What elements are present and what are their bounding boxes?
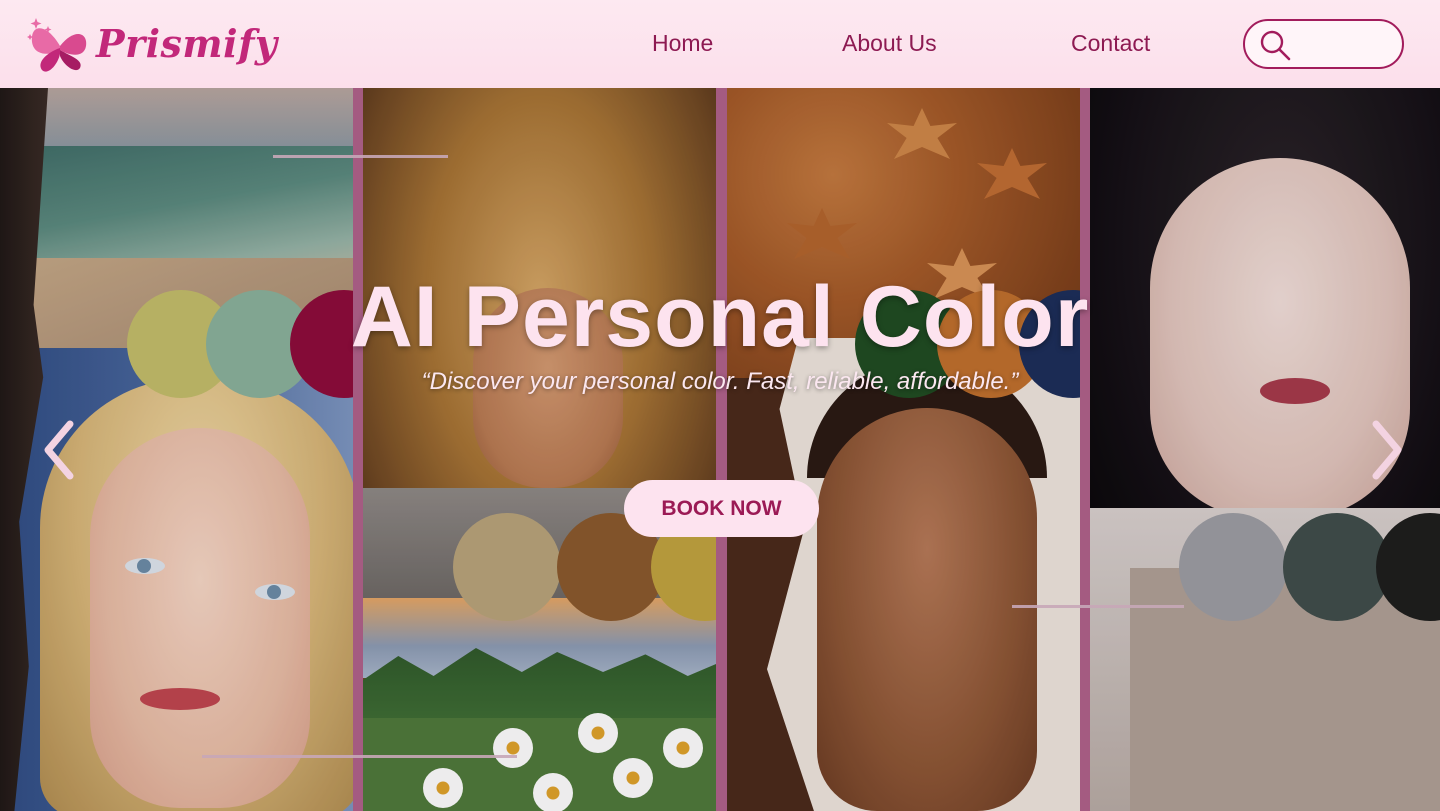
hero-title: AI Personal Color (350, 269, 1090, 365)
brand-logo[interactable]: Prismify (26, 12, 278, 74)
chevron-right-icon[interactable] (1366, 418, 1406, 482)
chevron-left-icon[interactable] (40, 418, 80, 482)
nav-contact-link[interactable]: Contact (1071, 30, 1150, 57)
brand-name: Prismify (96, 20, 278, 66)
site-header: Prismify Home About Us Contact (0, 0, 1440, 88)
nav-home-link[interactable]: Home (652, 30, 713, 57)
butterfly-logo-icon (27, 18, 87, 72)
nav-about-link[interactable]: About Us (842, 30, 937, 57)
hero-subtitle: “Discover your personal color. Fast, rel… (421, 368, 1019, 395)
search-input[interactable] (1297, 31, 1393, 59)
search-icon[interactable] (1259, 29, 1291, 61)
hero-overlay (0, 88, 1440, 811)
book-now-button[interactable]: BOOK NOW (624, 480, 819, 537)
search-box[interactable] (1243, 19, 1404, 69)
